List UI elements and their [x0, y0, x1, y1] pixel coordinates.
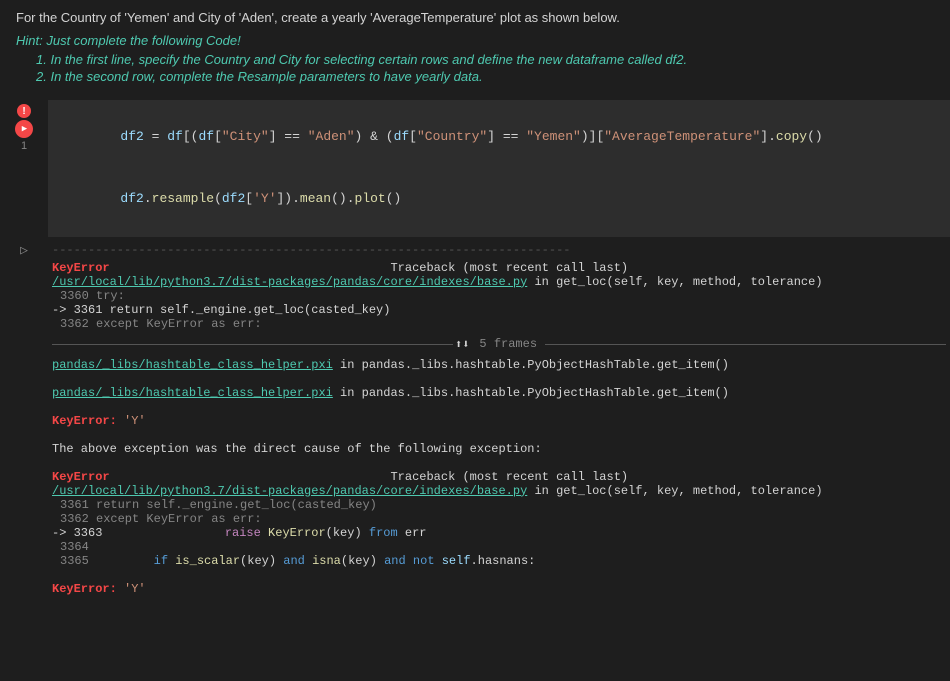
separator-line: ----------------------------------------…: [52, 243, 946, 257]
traceback-block-1: KeyError Traceback (most recent call las…: [52, 261, 946, 275]
line-number-3362: 3362 except KeyError as err:: [52, 317, 946, 331]
output-content: ----------------------------------------…: [48, 237, 950, 602]
output-cell: ▷ --------------------------------------…: [0, 237, 950, 602]
key-error-type-1: KeyError:: [52, 414, 117, 428]
exception-message: The above exception was the direct cause…: [52, 442, 946, 456]
file-line-1: /usr/local/lib/python3.7/dist-packages/p…: [52, 275, 946, 289]
key-error-val-2: 'Y': [124, 582, 146, 596]
line-3362: 3362 except KeyError as err:: [52, 317, 946, 331]
traceback-block-2: KeyError Traceback (most recent call las…: [52, 470, 946, 484]
line-3365: 3365 if is_scalar(key) and isna(key) and…: [52, 554, 946, 568]
code-line-2: df2.resample(df2['Y']).mean().plot(): [58, 168, 942, 230]
line-3364: 3364: [52, 540, 946, 554]
key-error-line-1: KeyError: 'Y': [52, 414, 946, 428]
frames-divider: ⬆⬇ 5 frames: [52, 337, 946, 352]
file-line-2: /usr/local/lib/python3.7/dist-packages/p…: [52, 484, 946, 498]
pandas-file-1[interactable]: pandas/_libs/hashtable_class_helper.pxi: [52, 358, 333, 372]
error-indicator: [17, 104, 31, 118]
frames-count: 5 frames: [479, 337, 537, 351]
hint-label: Hint: Just complete the following Code!: [16, 33, 934, 48]
traceback-spacer-1: [117, 261, 383, 275]
frames-expand-icon[interactable]: ⬆⬇: [455, 337, 469, 352]
instruction-area: For the Country of 'Yemen' and City of '…: [0, 0, 950, 92]
code-line-1: df2 = df[(df["City"] == "Aden") & (df["C…: [58, 106, 942, 168]
line-3361-2: 3361 return self._engine.get_loc(casted_…: [52, 498, 946, 512]
output-expand-icon[interactable]: ▷: [20, 243, 28, 258]
line-number-3365: 3365 if is_scalar(key) and isna(key) and…: [52, 554, 946, 568]
exception-msg-text: The above exception was the direct cause…: [52, 442, 542, 456]
file-context-2: in get_loc(self, key, method, tolerance): [527, 484, 822, 498]
key-error-val-1: 'Y': [124, 414, 146, 428]
line-3362-2: 3362 except KeyError as err:: [52, 512, 946, 526]
line-3360: 3360 try:: [52, 289, 946, 303]
traceback-header-1: Traceback (most recent call last): [390, 261, 628, 275]
pandas-file-line-1: pandas/_libs/hashtable_class_helper.pxi …: [52, 358, 946, 372]
traceback-spacer-2: [117, 470, 383, 484]
var-df2: df2: [120, 129, 143, 144]
code-content[interactable]: df2 = df[(df["City"] == "Aden") & (df["C…: [48, 100, 950, 237]
file-link-1[interactable]: /usr/local/lib/python3.7/dist-packages/p…: [52, 275, 527, 289]
pandas-file-2[interactable]: pandas/_libs/hashtable_class_helper.pxi: [52, 386, 333, 400]
key-error-type-2: KeyError:: [52, 582, 117, 596]
code-cell: 1 df2 = df[(df["City"] == "Aden") & (df[…: [0, 100, 950, 237]
cell-gutter: 1: [0, 100, 48, 237]
line-number-3362-2: 3362 except KeyError as err:: [52, 512, 946, 526]
frames-line-left: [52, 344, 453, 345]
error-type-1: KeyError: [52, 261, 110, 275]
key-error-line-2: KeyError: 'Y': [52, 582, 946, 596]
line-number-3361-2: 3361 return self._engine.get_loc(casted_…: [52, 498, 946, 512]
cell-number: 1: [21, 140, 27, 152]
file-context-1: in get_loc(self, key, method, tolerance): [527, 275, 822, 289]
line-3363-arrow: -> 3363 raise KeyError(key) from err: [52, 526, 946, 540]
pandas-context-2: in pandas._libs.hashtable.PyObjectHashTa…: [333, 386, 729, 400]
line-number-3361-arrow: -> 3361 return self._engine.get_loc(cast…: [52, 303, 946, 317]
hint-item-2: 2. In the second row, complete the Resam…: [36, 69, 934, 84]
frames-line-right: [545, 344, 946, 345]
cell-container: 1 df2 = df[(df["City"] == "Aden") & (df[…: [0, 100, 950, 602]
line-number-3364: 3364: [52, 540, 946, 554]
instruction-text: For the Country of 'Yemen' and City of '…: [16, 10, 934, 25]
line-number-3360: 3360 try:: [52, 289, 946, 303]
pandas-context-1: in pandas._libs.hashtable.PyObjectHashTa…: [333, 358, 729, 372]
traceback-header-2: Traceback (most recent call last): [390, 470, 628, 484]
line-number-3363: -> 3363 raise KeyError(key) from err: [52, 526, 946, 540]
output-gutter: ▷: [0, 237, 48, 602]
run-button[interactable]: [15, 120, 33, 138]
file-link-2[interactable]: /usr/local/lib/python3.7/dist-packages/p…: [52, 484, 527, 498]
hint-item-1: 1. In the first line, specify the Countr…: [36, 52, 934, 67]
line-3361: -> 3361 return self._engine.get_loc(cast…: [52, 303, 946, 317]
pandas-file-line-2: pandas/_libs/hashtable_class_helper.pxi …: [52, 386, 946, 400]
error-type-2: KeyError: [52, 470, 110, 484]
